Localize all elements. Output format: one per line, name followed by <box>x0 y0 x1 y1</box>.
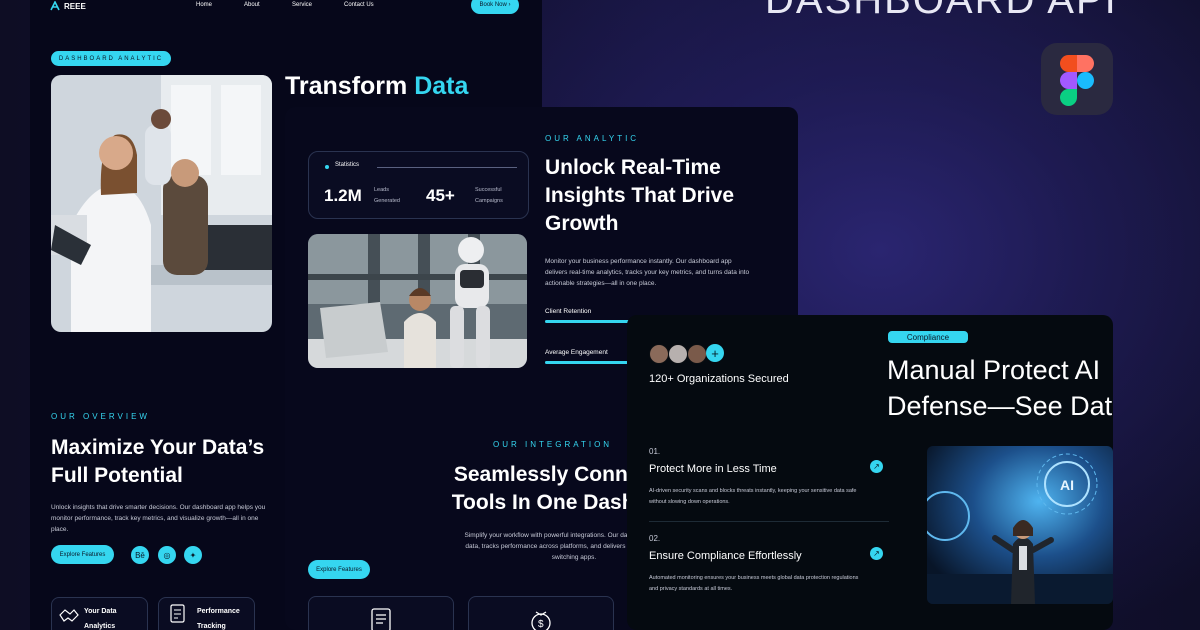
hero-office-photo <box>51 75 272 332</box>
overview-heading-line2: Full Potential <box>51 464 183 487</box>
document-icon <box>371 608 391 630</box>
feature-card-performance-line2: Tracking <box>197 623 226 630</box>
item-2-title: Ensure Compliance Effortlessly <box>649 550 802 562</box>
document-chart-icon <box>170 604 185 623</box>
twitter-icon[interactable]: ✦ <box>184 546 202 564</box>
item-2-body-line1: Automated monitoring ensures your busine… <box>649 575 859 581</box>
nav-home[interactable]: Home <box>196 2 212 8</box>
metric-engagement-fill <box>545 361 628 364</box>
robot-office-photo <box>308 234 527 368</box>
instagram-icon[interactable]: ◎ <box>158 546 176 564</box>
org-avatar-1 <box>649 344 669 364</box>
feature-card-analytics[interactable]: Your Data Analytics <box>51 597 148 630</box>
stat-leads-label-line2: Generated <box>374 198 400 204</box>
compliance-heading: Manual Protect AI Defense—See Data <box>887 352 1113 424</box>
chevron-right-icon: › <box>508 2 511 8</box>
metric-client-retention-fill <box>545 320 633 323</box>
statistics-dot <box>325 165 329 169</box>
item-1-body: AI-driven security scans and blocks thre… <box>649 486 899 508</box>
statistics-label: Statistics <box>335 162 360 168</box>
nav-about[interactable]: About <box>244 2 260 8</box>
svg-text:$: $ <box>538 619 544 630</box>
analytic-heading: Unlock Real-Time Insights That Drive Gro… <box>545 154 734 238</box>
handshake-icon <box>59 609 79 622</box>
stat-campaigns-label: Successful Campaigns <box>475 185 503 207</box>
org-avatar-3 <box>687 344 707 364</box>
metric-engagement-label: Average Engagement <box>545 349 608 356</box>
item-1-body-line2: without slowing down operations. <box>649 499 730 505</box>
item-2-body: Automated monitoring ensures your busine… <box>649 573 899 595</box>
org-avatar-2 <box>668 344 688 364</box>
analytic-heading-line1: Unlock Real-Time <box>545 156 721 179</box>
item-1-title: Protect More in Less Time <box>649 463 777 475</box>
cover-title: DASHBOARD API <box>765 0 1118 22</box>
hero-heading: Transform Data <box>285 72 468 101</box>
compliance-heading-line1: Manual Protect AI <box>887 355 1101 385</box>
dashboard-badge: DASHBOARD ANALYTIC <box>51 51 171 66</box>
hero-heading-white: Transform <box>285 72 415 100</box>
item-divider <box>649 521 889 522</box>
statistics-divider <box>377 167 517 168</box>
book-now-label: Book Now <box>479 2 507 8</box>
item-2-number: 02. <box>649 534 661 543</box>
feature-card-analytics-line1: Your Data <box>84 608 117 615</box>
stat-leads-label-line1: Leads <box>374 187 389 193</box>
feature-card-performance[interactable]: Performance Tracking <box>158 597 255 630</box>
item-1-arrow-icon[interactable]: ↗ <box>870 460 883 473</box>
overview-heading: Maximize Your Data’s Full Potential <box>51 434 264 490</box>
integration-explore-button[interactable]: Explore Features <box>308 560 370 579</box>
integration-card-docs[interactable] <box>308 596 454 630</box>
add-org-icon[interactable]: + <box>706 344 724 362</box>
item-2-body-line2: and privacy standards at all times. <box>649 586 733 592</box>
logo-icon <box>50 1 60 11</box>
logo[interactable]: REEE <box>50 1 86 11</box>
organizations-count: 120+ Organizations Secured <box>649 373 789 385</box>
feature-card-analytics-line2: Analytics <box>84 623 116 630</box>
integration-card-money[interactable]: $ <box>468 596 614 630</box>
figma-icon <box>1041 43 1113 115</box>
hero-heading-accent: Data <box>414 72 469 100</box>
item-1-body-line1: AI-driven security scans and blocks thre… <box>649 488 857 494</box>
overview-body: Unlock insights that drive smarter decis… <box>51 504 266 533</box>
behance-icon[interactable]: Bē <box>131 546 149 564</box>
item-2-arrow-icon[interactable]: ↗ <box>870 547 883 560</box>
explore-features-button[interactable]: Explore Features <box>51 545 114 564</box>
compliance-panel: + 120+ Organizations Secured Compliance … <box>627 315 1113 630</box>
analytic-heading-line3: Growth <box>545 212 619 235</box>
compliance-heading-line2: Defense—See Data <box>887 391 1113 421</box>
stat-campaigns-value: 45+ <box>426 186 455 205</box>
analytic-heading-line2: Insights That Drive <box>545 184 735 207</box>
metric-client-retention-label: Client Retention <box>545 308 592 315</box>
analytic-body: Monitor your business performance instan… <box>545 258 750 287</box>
integration-eyebrow: OUR INTEGRATION <box>493 440 613 449</box>
stat-campaigns-label-line2: Campaigns <box>475 198 503 204</box>
nav-contact[interactable]: Contact Us <box>344 2 374 8</box>
stat-leads-label: Leads Generated <box>374 185 400 207</box>
stat-leads-value: 1.2M <box>324 186 362 205</box>
overview-eyebrow: OUR OVERVIEW <box>51 412 150 421</box>
feature-card-performance-line1: Performance <box>197 608 240 615</box>
item-1-number: 01. <box>649 447 661 456</box>
ai-presenter-photo: AI <box>927 446 1113 604</box>
stat-campaigns-label-line1: Successful <box>475 187 502 193</box>
compliance-badge: Compliance <box>888 331 968 343</box>
money-bag-icon: $ <box>531 611 551 630</box>
statistics-card: Statistics 1.2M Leads Generated 45+ Succ… <box>308 151 529 219</box>
logo-text: REEE <box>64 1 86 11</box>
book-now-button[interactable]: Book Now › <box>471 0 519 14</box>
ai-screen-label: AI <box>1060 477 1074 493</box>
analytic-eyebrow: OUR ANALYTIC <box>545 134 640 143</box>
overview-heading-line1: Maximize Your Data’s <box>51 436 265 459</box>
nav-service[interactable]: Service <box>292 2 312 8</box>
